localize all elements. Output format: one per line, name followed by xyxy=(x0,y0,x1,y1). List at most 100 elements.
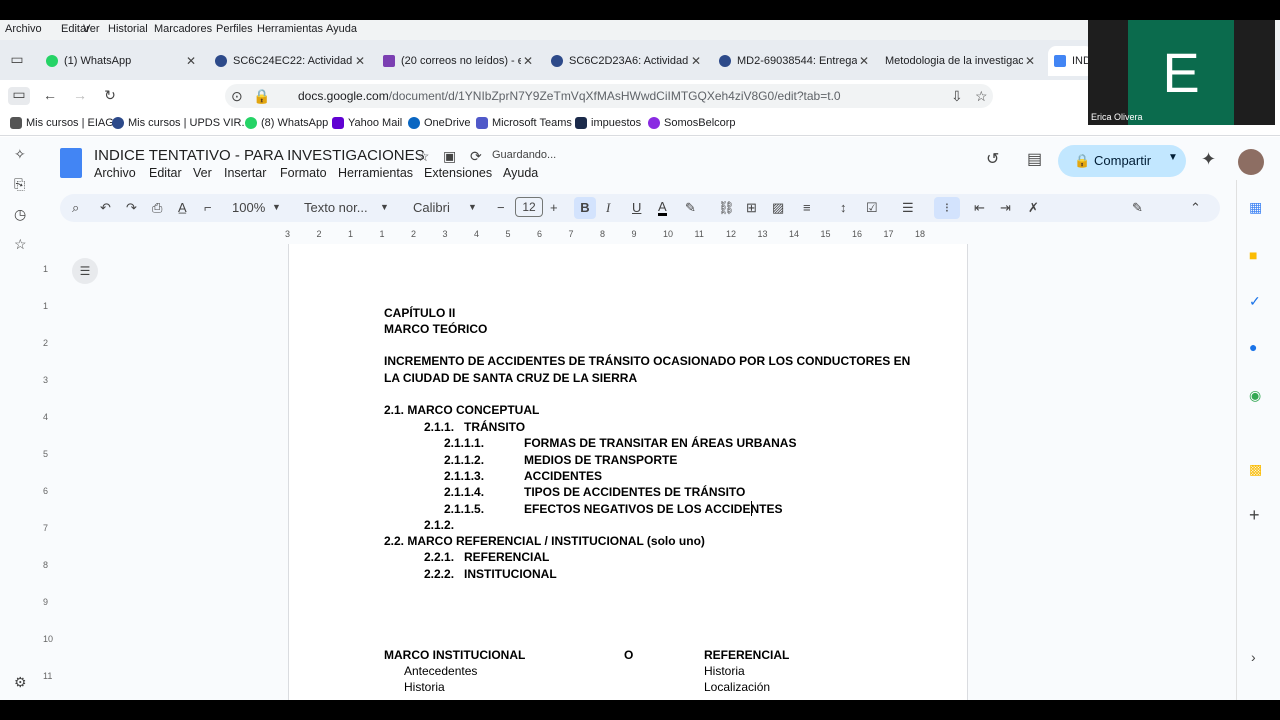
sidebar-toggle-icon[interactable]: ▭ xyxy=(8,87,30,105)
bookmark-item[interactable]: (8) WhatsApp xyxy=(245,117,328,129)
browser-tab[interactable]: SC6C24EC22: Actividad 1 (i✕ xyxy=(215,46,365,76)
align-icon[interactable]: ≡ xyxy=(803,200,811,215)
menu-herramientas[interactable]: Herramientas xyxy=(257,23,323,35)
browser-tab[interactable]: (1) WhatsApp ✕ xyxy=(46,46,196,76)
browser-tab[interactable]: MD2-69038544: Entregable✕ xyxy=(719,46,869,76)
close-tab-icon[interactable]: ✕ xyxy=(859,54,869,68)
decrease-size-icon[interactable]: − xyxy=(497,200,505,215)
docs-menu-archivo[interactable]: Archivo xyxy=(94,166,136,180)
tab-search-icon[interactable]: ▭ xyxy=(10,52,24,66)
checklist-icon[interactable]: ☑ xyxy=(866,200,878,216)
gemini-icon[interactable]: ✦ xyxy=(1201,150,1216,168)
chevron-down-icon[interactable]: ▼ xyxy=(468,202,477,212)
chevron-down-icon[interactable]: ▼ xyxy=(380,202,389,212)
collapse-menu-icon[interactable]: ⌃ xyxy=(1190,200,1201,216)
undo-icon[interactable]: ↶ xyxy=(100,200,111,216)
font-select[interactable]: Calibri xyxy=(413,200,450,215)
browser-tab-active[interactable]: IND xyxy=(1048,46,1093,76)
increase-size-icon[interactable]: + xyxy=(550,200,558,215)
docs-menu-insertar[interactable]: Insertar xyxy=(224,166,266,180)
bookmark-item[interactable]: impuestos xyxy=(575,117,641,129)
close-tab-icon[interactable]: ✕ xyxy=(355,54,365,68)
highlight-icon[interactable]: ✎ xyxy=(685,200,696,216)
chevron-down-icon[interactable]: ▼ xyxy=(1168,152,1178,163)
spellcheck-icon[interactable]: A̲ xyxy=(178,200,187,215)
docs-menu-ver[interactable]: Ver xyxy=(193,166,212,180)
increase-indent-icon[interactable]: ⇥ xyxy=(1000,200,1011,216)
text-color-icon[interactable]: A xyxy=(658,200,667,216)
bookmark-item[interactable]: Mis cursos | UPDS VIR... xyxy=(112,117,251,129)
calendar-icon[interactable]: ▦ xyxy=(1249,200,1262,214)
star-doc-icon[interactable]: ☆ xyxy=(417,149,430,163)
site-info-icon[interactable]: ⊙ xyxy=(231,89,243,103)
bookmark-item[interactable]: Mis cursos | EIAG xyxy=(10,117,114,129)
chevron-down-icon[interactable]: ▼ xyxy=(272,202,281,212)
search-icon[interactable]: ⌕ xyxy=(72,200,79,216)
star-icon[interactable]: ☆ xyxy=(14,237,27,251)
redo-icon[interactable]: ↷ xyxy=(126,200,137,216)
numbered-list-icon[interactable]: ⁝ xyxy=(934,197,960,219)
menu-ayuda[interactable]: Ayuda xyxy=(326,23,357,35)
bookmark-item[interactable]: Yahoo Mail xyxy=(332,117,402,129)
bookmark-item[interactable]: SomosBelcorp xyxy=(648,117,736,129)
maps-icon[interactable]: ◉ xyxy=(1249,388,1261,402)
paint-format-icon[interactable]: ⌐ xyxy=(204,200,212,215)
clear-format-icon[interactable]: ✗ xyxy=(1028,200,1039,216)
history-icon[interactable]: ◷ xyxy=(14,207,26,221)
bookmark-star-icon[interactable]: ☆ xyxy=(975,89,988,103)
font-size-input[interactable]: 12 xyxy=(515,197,543,217)
menu-archivo[interactable]: Archivo xyxy=(5,23,42,35)
line-spacing-icon[interactable]: ↕ xyxy=(840,200,847,215)
docs-menu-extensiones[interactable]: Extensiones xyxy=(424,166,492,180)
outline-icon[interactable]: ☰ xyxy=(72,258,98,284)
tasks-icon[interactable]: ✓ xyxy=(1249,294,1261,308)
close-tab-icon[interactable]: ✕ xyxy=(691,54,701,68)
chevron-right-icon[interactable]: › xyxy=(1251,650,1256,664)
contacts-icon[interactable]: ● xyxy=(1249,340,1257,354)
style-select[interactable]: Texto nor... xyxy=(304,200,368,215)
add-comment-icon[interactable]: ⊞ xyxy=(746,200,757,216)
browser-tab[interactable]: Metodologia de la investigacio ✕ xyxy=(885,46,1035,76)
close-tab-icon[interactable]: ✕ xyxy=(523,54,533,68)
docs-menu-formato[interactable]: Formato xyxy=(280,166,327,180)
menu-ver[interactable]: Ver xyxy=(83,23,100,35)
url-bar[interactable]: ⊙ 🔒 docs.google.com/document/d/1YNIbZprN… xyxy=(225,84,993,108)
zoom-select[interactable]: 100% xyxy=(232,200,265,215)
decrease-indent-icon[interactable]: ⇤ xyxy=(974,200,985,216)
bold-icon[interactable]: B xyxy=(574,197,596,219)
docs-menu-ayuda[interactable]: Ayuda xyxy=(503,166,538,180)
italic-icon[interactable]: I xyxy=(606,200,610,216)
menu-perfiles[interactable]: Perfiles xyxy=(216,23,253,35)
reload-icon[interactable]: ↻ xyxy=(103,88,117,102)
docs-menu-herramientas[interactable]: Herramientas xyxy=(338,166,413,180)
addon-icon[interactable]: ▩ xyxy=(1249,462,1262,476)
gemini-sparkle-icon[interactable]: ✧ xyxy=(14,147,26,161)
doc-title[interactable]: INDICE TENTATIVO - PARA INVESTIGACIONES xyxy=(94,147,425,164)
browser-tab[interactable]: (20 correos no leídos) - eric✕ xyxy=(383,46,533,76)
bookmark-item[interactable]: OneDrive xyxy=(408,117,470,129)
bookmark-item[interactable]: Microsoft Teams xyxy=(476,117,572,129)
link-icon[interactable]: ⛓ xyxy=(718,200,735,216)
menu-marcadores[interactable]: Marcadores xyxy=(154,23,212,35)
bullet-list-icon[interactable]: ☰ xyxy=(902,200,914,216)
docs-menu-editar[interactable]: Editar xyxy=(149,166,182,180)
forward-icon[interactable]: → xyxy=(73,88,87,102)
browser-tab[interactable]: SC6C2D23A6: Actividad 03✕ xyxy=(551,46,701,76)
editing-mode-icon[interactable]: ✎ xyxy=(1132,200,1143,216)
underline-icon[interactable]: U xyxy=(632,200,641,215)
print-icon[interactable]: ⎙ xyxy=(152,200,162,216)
close-tab-icon[interactable]: ✕ xyxy=(1025,54,1035,68)
image-icon[interactable]: ▨ xyxy=(772,200,784,216)
share-button[interactable]: 🔒 Compartir ▼ xyxy=(1058,145,1186,177)
install-app-icon[interactable]: ⇩ xyxy=(951,89,963,103)
add-icon[interactable]: + xyxy=(1249,506,1260,524)
comments-icon[interactable]: ▤ xyxy=(1027,152,1042,168)
document-page[interactable]: CAPÍTULO II MARCO TEÓRICO INCREMENTO DE … xyxy=(288,244,968,700)
version-history-icon[interactable]: ↺ xyxy=(986,152,999,168)
avatar[interactable] xyxy=(1238,149,1264,175)
settings-gear-icon[interactable]: ⚙ xyxy=(14,675,27,689)
docs-logo-icon[interactable] xyxy=(60,148,82,178)
back-icon[interactable]: ← xyxy=(43,88,57,102)
move-folder-icon[interactable]: ▣ xyxy=(443,149,456,163)
drive-icon[interactable]: ⎘ xyxy=(14,177,25,191)
